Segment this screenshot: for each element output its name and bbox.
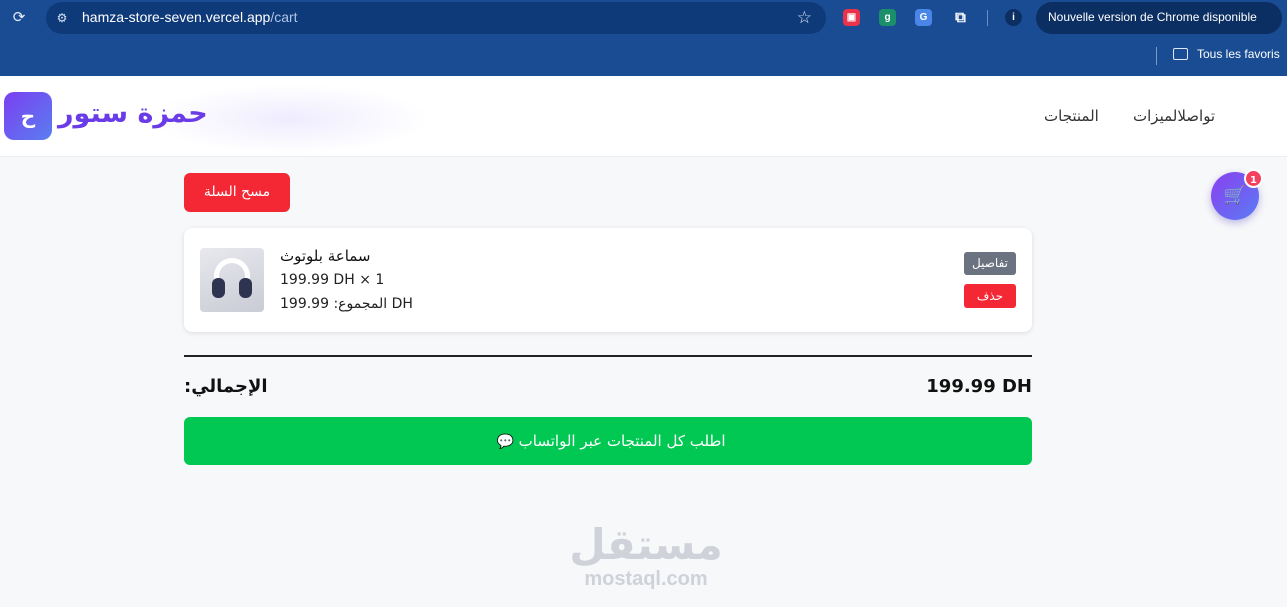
- total-value: 199.99 DH: [926, 376, 1032, 397]
- whatsapp-order-label: اطلب كل المنتجات عبر الواتساب: [518, 432, 726, 450]
- cart-item: سماعة بلوتوث 199.99 DH × 1 المجموع: 199.…: [184, 228, 1032, 332]
- watermark-latin: mostaql.com: [584, 568, 708, 590]
- mostaql-watermark: مستقل mostaql.com: [566, 520, 726, 591]
- nav-products[interactable]: المنتجات: [1044, 107, 1099, 125]
- reload-icon[interactable]: ⟳: [10, 8, 28, 26]
- extension-green-icon[interactable]: ɡ: [879, 9, 896, 26]
- address-bar[interactable]: ⚙ hamza-store-seven.vercel.app/cart ☆: [46, 2, 826, 34]
- cart-count-badge: 1: [1244, 169, 1263, 188]
- chat-bubble-icon: 💬: [496, 434, 514, 450]
- delete-button[interactable]: حذف: [964, 284, 1016, 308]
- profile-icon[interactable]: i: [1005, 9, 1022, 26]
- clear-cart-button[interactable]: مسح السلة: [184, 173, 290, 212]
- bookmarks-divider: [1156, 47, 1157, 65]
- browser-toolbar: ⟳ ⚙ hamza-store-seven.vercel.app/cart ☆ …: [0, 0, 1287, 36]
- headphones-cup-left: [212, 278, 225, 298]
- bookmarks-folder-label[interactable]: Tous les favoris: [1197, 47, 1280, 61]
- item-name: سماعة بلوتوث: [280, 247, 371, 265]
- chrome-update-label: Nouvelle version de Chrome disponible: [1048, 10, 1257, 24]
- extension-red-icon[interactable]: ▣: [843, 9, 860, 26]
- google-translate-icon[interactable]: G: [915, 9, 932, 26]
- extensions-puzzle-icon[interactable]: ⧉: [952, 9, 969, 26]
- chrome-update-button[interactable]: Nouvelle version de Chrome disponible: [1036, 2, 1282, 34]
- site-info-icon[interactable]: ⚙: [54, 10, 70, 26]
- total-label: الإجمالي:: [184, 376, 268, 397]
- toolbar-divider: [987, 10, 988, 26]
- watermark-arabic: مستقل: [569, 520, 723, 569]
- logo-text[interactable]: حمزة ستور: [58, 98, 208, 129]
- folder-icon[interactable]: [1173, 48, 1188, 60]
- url-text[interactable]: hamza-store-seven.vercel.app/cart: [82, 9, 298, 25]
- bookmark-star-icon[interactable]: ☆: [797, 8, 812, 28]
- url-host: hamza-store-seven.vercel.app: [82, 9, 271, 25]
- logo-badge[interactable]: ح: [4, 92, 52, 140]
- site-header: ح حمزة ستور تواصلالميزات المنتجات: [0, 76, 1287, 157]
- whatsapp-order-button[interactable]: اطلب كل المنتجات عبر الواتساب 💬: [184, 417, 1032, 465]
- headphones-image: [200, 248, 264, 312]
- item-subtotal: المجموع: 199.99 DH: [280, 296, 413, 312]
- headphones-cup-right: [239, 278, 252, 298]
- bookmarks-bar: Tous les favoris: [0, 36, 1287, 76]
- divider: [184, 355, 1032, 357]
- nav-features-contact[interactable]: تواصلالميزات: [1133, 107, 1215, 125]
- url-path: /cart: [270, 9, 298, 25]
- cart-icon: 🛒: [1223, 185, 1247, 206]
- details-button[interactable]: تفاصيل: [964, 252, 1016, 275]
- item-price-quantity: 199.99 DH × 1: [280, 272, 385, 288]
